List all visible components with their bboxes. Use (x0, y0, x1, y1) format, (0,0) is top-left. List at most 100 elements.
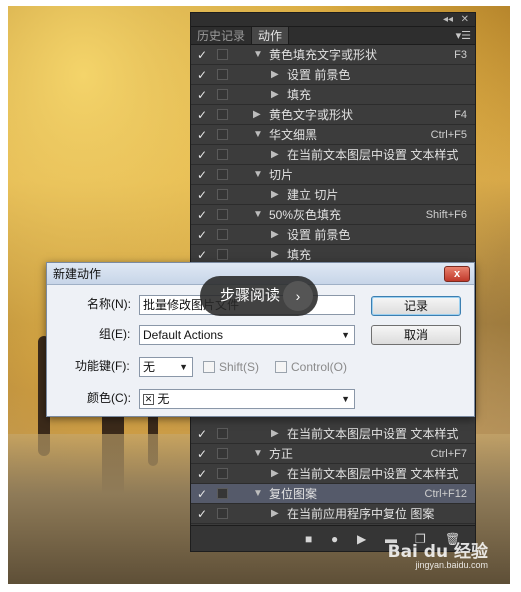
dialog-toggle-box[interactable] (217, 229, 228, 240)
no-color-swatch-icon: ✕ (143, 394, 154, 406)
action-list-upper: ✓ ▼ 黄色填充文字或形状 F3 ✓ ▶ 设置 前景色 ✓ ▶ 填充 ✓ ▶ 黄色文字或形状 F4 ✓ ▼ 华文… (191, 45, 475, 265)
record-icon[interactable]: ● (331, 531, 338, 547)
chevron-down-icon[interactable]: ▼ (253, 487, 263, 501)
action-row[interactable]: ✓ ▶ 在当前文本图层中设置 文本样式 (191, 145, 475, 165)
tab-history[interactable]: 历史记录 (191, 27, 253, 44)
action-row[interactable]: ✓ ▶ 在当前文本图层中设置 文本样式 (191, 464, 475, 484)
toggle-check-icon[interactable]: ✓ (197, 68, 209, 82)
toggle-check-icon[interactable]: ✓ (197, 168, 209, 182)
action-row[interactable]: ✓ ▼ 50%灰色填充 Shift+F6 (191, 205, 475, 225)
color-select[interactable]: ✕ 无 ▼ (139, 389, 355, 409)
panel-menu-icon[interactable]: ▾☰ (456, 27, 471, 45)
toggle-check-icon[interactable]: ✓ (197, 447, 209, 461)
toggle-check-icon[interactable]: ✓ (197, 48, 209, 62)
toggle-check-icon[interactable]: ✓ (197, 228, 209, 242)
action-row[interactable]: ✓ ▶ 填充 (191, 85, 475, 105)
toggle-check-icon[interactable]: ✓ (197, 148, 209, 162)
shift-checkbox[interactable] (203, 361, 215, 373)
set-label: 组(E): (99, 327, 131, 341)
dialog-toggle-box[interactable] (217, 89, 228, 100)
toggle-check-icon[interactable]: ✓ (197, 427, 209, 441)
color-label: 颜色(C): (87, 391, 131, 405)
action-label: 方正 (269, 447, 294, 461)
action-label: 设置 前景色 (287, 68, 351, 82)
dialog-toggle-box[interactable] (217, 468, 228, 479)
baidu-jingyan-watermark: Bai du 经验 jingyan.baidu.com (388, 537, 488, 570)
action-row[interactable]: ✓ ▼ 华文细黑 Ctrl+F5 (191, 125, 475, 145)
control-checkbox[interactable] (275, 361, 287, 373)
toggle-check-icon[interactable]: ✓ (197, 108, 209, 122)
action-row[interactable]: ✓ ▶ 建立 切片 (191, 185, 475, 205)
dialog-toggle-box[interactable] (217, 209, 228, 220)
action-row[interactable]: ✓ ▼ 方正 Ctrl+F7 (191, 444, 475, 464)
toggle-check-icon[interactable]: ✓ (197, 248, 209, 262)
chevron-right-icon[interactable]: ▶ (271, 228, 279, 242)
action-label: 在当前文本图层中设置 文本样式 (287, 148, 459, 162)
function-key-label: 功能键(F): (75, 359, 130, 373)
color-select-value: 无 (157, 392, 170, 406)
dialog-toggle-box[interactable] (217, 49, 228, 60)
close-icon[interactable]: ✕ (461, 13, 469, 27)
chevron-right-icon[interactable]: ▶ (271, 188, 279, 202)
action-label: 华文细黑 (269, 128, 318, 142)
action-row[interactable]: ✓ ▶ 在当前应用程序中复位 图案 (191, 504, 475, 524)
action-row[interactable]: ✓ ▶ 设置 前景色 (191, 65, 475, 85)
cancel-button[interactable]: 取消 (371, 325, 461, 345)
chevron-down-icon[interactable]: ▼ (253, 48, 263, 62)
dialog-toggle-box[interactable] (217, 189, 228, 200)
action-row[interactable]: ✓ ▼ 黄色填充文字或形状 F3 (191, 45, 475, 65)
action-row[interactable]: ✓ ▶ 黄色文字或形状 F4 (191, 105, 475, 125)
toggle-check-icon[interactable]: ✓ (197, 487, 209, 501)
toggle-check-icon[interactable]: ✓ (197, 507, 209, 521)
chevron-right-icon[interactable]: ▶ (253, 108, 261, 122)
toggle-check-icon[interactable]: ✓ (197, 208, 209, 222)
toggle-check-icon[interactable]: ✓ (197, 88, 209, 102)
chevron-right-icon[interactable]: ▶ (271, 248, 279, 262)
dialog-toggle-box[interactable] (217, 508, 228, 519)
dialog-toggle-box[interactable] (217, 249, 228, 260)
dialog-toggle-box[interactable] (217, 448, 228, 459)
chevron-right-icon[interactable]: ▶ (271, 148, 279, 162)
action-label: 复位图案 (269, 487, 318, 501)
collapse-icon[interactable]: ◂◂ (443, 13, 453, 27)
dialog-toggle-box[interactable] (217, 169, 228, 180)
function-key-select[interactable]: 无 ▼ (139, 357, 193, 377)
record-button[interactable]: 记录 (371, 296, 461, 316)
dialog-close-button[interactable]: x (444, 266, 470, 282)
step-reading-button[interactable]: 步骤阅读 › (200, 276, 318, 316)
toggle-check-icon[interactable]: ✓ (197, 467, 209, 481)
chevron-right-icon[interactable]: ▶ (271, 467, 279, 481)
set-select-value: Default Actions (143, 328, 224, 342)
chevron-right-icon[interactable]: ▶ (271, 88, 279, 102)
action-label: 设置 前景色 (287, 228, 351, 242)
chevron-down-icon[interactable]: ▼ (253, 447, 263, 461)
watermark-logo: Bai du 经验 (387, 542, 488, 562)
action-row[interactable]: ✓ ▶ 设置 前景色 (191, 225, 475, 245)
action-label: 在当前应用程序中复位 图案 (287, 507, 435, 521)
set-select[interactable]: Default Actions ▼ (139, 325, 355, 345)
dialog-toggle-box[interactable] (217, 69, 228, 80)
stop-icon[interactable]: ■ (305, 531, 312, 547)
chevron-right-icon[interactable]: ▶ (271, 507, 279, 521)
screenshot-canvas: ◂◂ ✕ 历史记录 动作 ▾☰ ✓ ▼ 黄色填充文字或形状 F3 ✓ ▶ 设置 前景色 ✓ ▶ 填… (8, 6, 510, 584)
action-row[interactable]: ✓ ▼ 切片 (191, 165, 475, 185)
chevron-down-icon[interactable]: ▼ (253, 168, 263, 182)
toggle-check-icon[interactable]: ✓ (197, 128, 209, 142)
chevron-down-icon[interactable]: ▼ (253, 128, 263, 142)
action-label: 50%灰色填充 (269, 208, 342, 222)
toggle-check-icon[interactable]: ✓ (197, 188, 209, 202)
dialog-toggle-box[interactable] (217, 428, 228, 439)
dialog-toggle-box[interactable] (217, 488, 228, 499)
shift-label: Shift(S) (219, 360, 260, 374)
tab-actions[interactable]: 动作 (252, 27, 290, 44)
chevron-down-icon: ▼ (341, 394, 350, 404)
play-icon[interactable]: ▶ (357, 531, 366, 547)
dialog-toggle-box[interactable] (217, 129, 228, 140)
action-row[interactable]: ✓ ▶ 在当前文本图层中设置 文本样式 (191, 424, 475, 444)
dialog-toggle-box[interactable] (217, 109, 228, 120)
action-row[interactable]: ✓ ▼ 复位图案 Ctrl+F12 (191, 484, 475, 504)
chevron-down-icon[interactable]: ▼ (253, 208, 263, 222)
dialog-toggle-box[interactable] (217, 149, 228, 160)
chevron-right-icon[interactable]: ▶ (271, 427, 279, 441)
chevron-right-icon[interactable]: ▶ (271, 68, 279, 82)
